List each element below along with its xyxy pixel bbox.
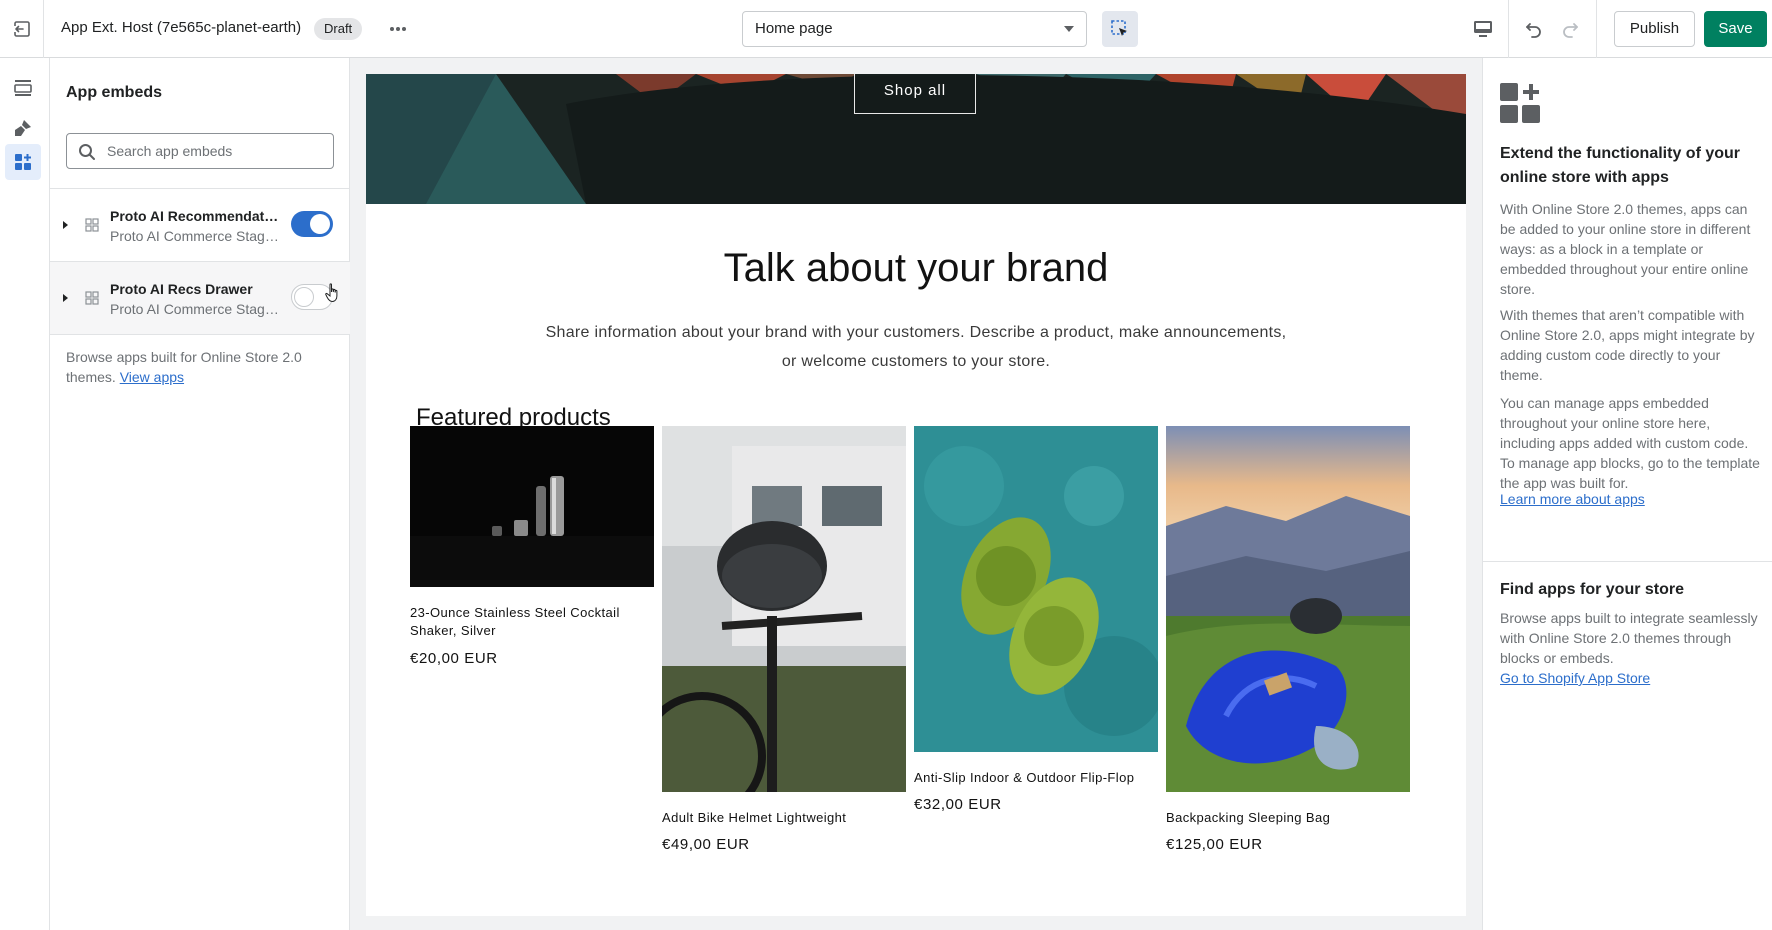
- embed-source: Proto AI Commerce Staging: [110, 301, 280, 317]
- exit-button[interactable]: [0, 0, 44, 58]
- flip-flop-photo: [914, 426, 1158, 752]
- caret-down-icon: [1064, 26, 1074, 32]
- rail-sections-button[interactable]: [5, 70, 41, 106]
- device-preview-button[interactable]: [1466, 14, 1500, 44]
- more-horizontal-icon: [390, 27, 406, 31]
- toolbar-divider: [1508, 0, 1509, 58]
- product-image: [662, 426, 906, 792]
- app-embeds-icon: [15, 154, 31, 170]
- cocktail-shaker-photo: [410, 426, 654, 587]
- publish-button[interactable]: Publish: [1614, 11, 1695, 47]
- browse-apps-note: Browse apps built for Online Store 2.0 t…: [66, 347, 334, 387]
- page-selector-value: Home page: [755, 20, 833, 37]
- sections-icon: [14, 80, 32, 96]
- find-apps-heading: Find apps for your store: [1500, 581, 1685, 598]
- info-panel: Extend the functionality of your online …: [1482, 58, 1772, 930]
- product-price: €32,00 EUR: [914, 796, 1002, 813]
- theme-brush-icon: [15, 120, 31, 136]
- hero-banner: Shop all: [366, 74, 1466, 204]
- shop-all-button[interactable]: Shop all: [854, 74, 976, 114]
- hand-cursor-icon: [325, 283, 338, 303]
- inspector-select-icon: [1111, 20, 1127, 36]
- learn-more-link[interactable]: Learn more about apps: [1500, 491, 1645, 507]
- divider: [50, 334, 350, 335]
- rail-theme-settings-button[interactable]: [5, 110, 41, 146]
- desktop-icon: [1474, 21, 1492, 37]
- redo-button[interactable]: [1554, 14, 1586, 44]
- search-input[interactable]: [107, 134, 327, 168]
- product-image: [1166, 426, 1410, 792]
- sidebar-rail: [0, 58, 50, 930]
- product-image: [914, 426, 1158, 752]
- find-apps-text: Browse apps built to integrate seamlessl…: [1500, 610, 1758, 666]
- exit-icon: [13, 21, 30, 37]
- draft-badge: Draft: [314, 18, 363, 40]
- bike-helmet-photo: [662, 426, 906, 792]
- product-title: Backpacking Sleeping Bag: [1166, 810, 1331, 825]
- product-price: €125,00 EUR: [1166, 836, 1263, 853]
- embed-name: Proto AI Recs Drawer: [110, 281, 253, 297]
- panel-title: App embeds: [66, 84, 163, 101]
- brand-heading: Talk about your brand: [723, 246, 1109, 290]
- brand-text: Share information about your brand with …: [545, 324, 1287, 370]
- inspector-button[interactable]: [1102, 11, 1138, 47]
- storefront-preview: Shop all Talk about your brand Share inf…: [366, 74, 1466, 916]
- product-title: Adult Bike Helmet Lightweight: [662, 810, 847, 825]
- product-image: [410, 426, 654, 587]
- info-paragraph: With Online Store 2.0 themes, apps can b…: [1500, 201, 1751, 297]
- info-paragraph: With themes that aren’t compatible with …: [1500, 307, 1755, 383]
- preview-canvas: Shop all Talk about your brand Share inf…: [350, 58, 1482, 930]
- save-button[interactable]: Save: [1704, 11, 1767, 47]
- embed-name: Proto AI Recommendations: [110, 208, 280, 224]
- product-price: €49,00 EUR: [662, 836, 750, 853]
- product-title: Anti-Slip Indoor & Outdoor Flip-Flop: [914, 770, 1135, 785]
- info-paragraph: You can manage apps embedded throughout …: [1500, 395, 1760, 491]
- app-block-icon: [85, 291, 99, 305]
- rail-app-embeds-button[interactable]: [5, 144, 41, 180]
- product-title: 23-Ounce Stainless Steel Cocktail Shaker…: [410, 605, 620, 638]
- expand-arrow-icon[interactable]: [63, 221, 68, 229]
- search-box: [66, 133, 334, 169]
- embed-item[interactable]: Proto AI Recommendations Proto AI Commer…: [50, 189, 350, 261]
- embed-item[interactable]: Proto AI Recs Drawer Proto AI Commerce S…: [50, 262, 350, 334]
- view-apps-link[interactable]: View apps: [120, 369, 184, 385]
- app-embeds-panel: App embeds Proto AI Recommendations Prot…: [50, 58, 350, 930]
- embed-source: Proto AI Commerce Staging: [110, 228, 280, 244]
- divider: [1483, 561, 1772, 562]
- sleeping-bag-photo: [1166, 426, 1410, 792]
- top-bar: App Ext. Host (7e565c-planet-earth) Draf…: [0, 0, 1772, 58]
- theme-title: App Ext. Host (7e565c-planet-earth): [61, 19, 302, 36]
- toggle-knob: [310, 214, 330, 234]
- app-store-link[interactable]: Go to Shopify App Store: [1500, 670, 1650, 686]
- embed-toggle-on[interactable]: [291, 211, 333, 237]
- undo-button[interactable]: [1518, 14, 1550, 44]
- toggle-knob: [294, 287, 314, 307]
- undo-icon: [1526, 23, 1541, 38]
- more-actions-button[interactable]: [382, 14, 414, 44]
- apps-add-icon: [1500, 83, 1540, 123]
- product-price: €20,00 EUR: [410, 650, 498, 667]
- redo-icon: [1563, 23, 1578, 38]
- page-selector[interactable]: Home page: [742, 11, 1087, 47]
- toolbar-divider: [1596, 0, 1597, 58]
- app-block-icon: [85, 218, 99, 232]
- search-icon: [79, 144, 95, 160]
- expand-arrow-icon[interactable]: [63, 294, 68, 302]
- info-heading: Extend the functionality of your online …: [1500, 145, 1741, 186]
